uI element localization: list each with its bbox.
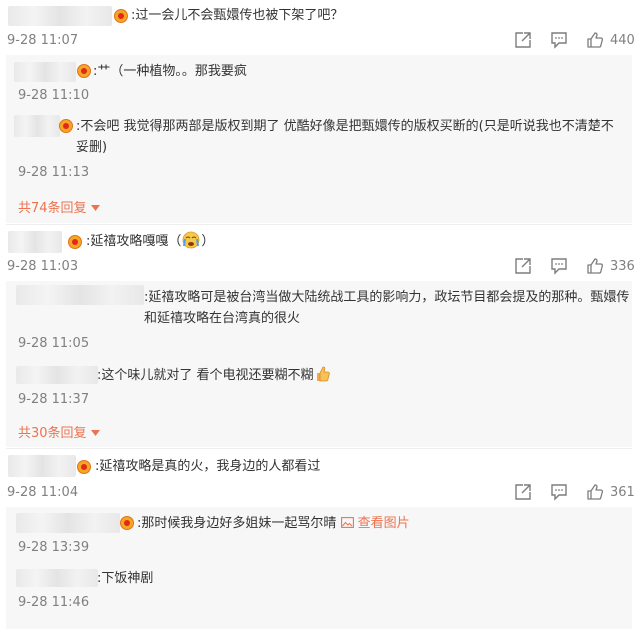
reply-text-content: :那时候我身边好多姐妹一起骂尔晴 xyxy=(137,516,337,531)
comment-time: 9-28 11:03 xyxy=(7,259,79,274)
username-redacted[interactable] xyxy=(8,455,76,477)
like-count: 361 xyxy=(610,485,635,500)
reply-time: 9-28 11:46 xyxy=(18,595,90,610)
member-badge-icon xyxy=(77,64,91,78)
like-icon[interactable] xyxy=(586,483,604,501)
reply-text: :那时候我身边好多姐妹一起骂尔晴 查看图片 xyxy=(137,513,410,534)
comment-icon[interactable] xyxy=(550,257,568,275)
reply-text: :下饭神剧 xyxy=(97,571,154,586)
comment-text: :延禧攻略是真的火，我身边的人都看过 xyxy=(95,459,321,474)
like-icon[interactable] xyxy=(586,257,604,275)
triangle-down-icon xyxy=(90,430,100,436)
member-badge-icon xyxy=(68,235,82,249)
comment-text-end: ） xyxy=(201,234,215,249)
divider xyxy=(6,224,632,225)
reply-time: 9-28 11:37 xyxy=(18,392,90,407)
reply-list: :艹（一种植物。。那我要疯 9-28 11:10 :不会吧 我觉得那两部是版权到… xyxy=(6,55,632,223)
comment-time: 9-28 11:07 xyxy=(7,33,79,48)
like-count: 440 xyxy=(610,33,635,48)
more-replies-label: 共30条回复 xyxy=(18,426,87,441)
reply-text: :不会吧 我觉得那两部是版权到期了 优酷好像是把甄嬛传的版权买断的(只是听说我也… xyxy=(76,116,626,158)
reply-time: 9-28 11:05 xyxy=(18,336,90,351)
member-badge-icon xyxy=(114,9,128,23)
triangle-down-icon xyxy=(90,205,100,211)
username-redacted[interactable] xyxy=(14,115,60,137)
comment-text: :延禧攻略嘎嘎（ ） xyxy=(86,231,214,252)
username-redacted[interactable] xyxy=(16,366,98,384)
username-redacted[interactable] xyxy=(8,6,112,26)
member-badge-icon xyxy=(77,460,91,474)
username-redacted[interactable] xyxy=(16,569,98,587)
view-image-link[interactable]: 查看图片 xyxy=(340,516,410,531)
comment-icon[interactable] xyxy=(550,483,568,501)
member-badge-icon xyxy=(59,119,73,133)
more-replies-link[interactable]: 共74条回复 xyxy=(18,197,100,216)
thumbs-up-emoji-icon xyxy=(316,366,330,382)
reply-list: :延禧攻略可是被台湾当做大陆统战工具的影响力，政坛节目都会提及的那种。甄嬛传和延… xyxy=(6,281,632,447)
reply-list: :那时候我身边好多姐妹一起骂尔晴 查看图片 9-28 13:39 :下饭神剧 9… xyxy=(6,507,632,629)
share-icon[interactable] xyxy=(514,483,532,501)
more-replies-link[interactable]: 共30条回复 xyxy=(18,422,100,441)
reply-time: 9-28 11:13 xyxy=(18,165,90,180)
like-count: 336 xyxy=(610,259,635,274)
share-icon[interactable] xyxy=(514,257,532,275)
comment-icon[interactable] xyxy=(550,31,568,49)
more-replies-label: 共74条回复 xyxy=(18,201,87,216)
like-icon[interactable] xyxy=(586,31,604,49)
comment-text: :过一会儿不会甄嬛传也被下架了吧？ xyxy=(131,8,344,23)
reply-text-content: :延禧攻略可是被台湾当做大陆统战工具的影响力，政坛节目都会提及的那种。甄嬛传和延… xyxy=(144,290,630,326)
username-redacted[interactable] xyxy=(8,231,62,253)
share-icon[interactable] xyxy=(514,31,532,49)
image-icon xyxy=(340,517,354,528)
reply-text: :延禧攻略可是被台湾当做大陆统战工具的影响力，政坛节目都会提及的那种。甄嬛传和延… xyxy=(144,287,630,329)
member-badge-icon xyxy=(120,516,134,530)
username-redacted[interactable] xyxy=(16,285,144,305)
comment-time: 9-28 11:04 xyxy=(7,485,79,500)
reply-text: :艹（一种植物。。那我要疯 xyxy=(93,64,247,79)
reply-text: :这个味儿就对了 看个电视还要糊不糊 xyxy=(97,365,332,386)
comment-text-content: :延禧攻略嘎嘎（ xyxy=(86,234,182,249)
crying-emoji-icon xyxy=(182,231,200,249)
reply-time: 9-28 11:10 xyxy=(18,88,90,103)
reply-time: 9-28 13:39 xyxy=(18,540,90,555)
divider xyxy=(6,448,632,449)
username-redacted[interactable] xyxy=(14,62,76,82)
username-redacted[interactable] xyxy=(16,513,120,533)
reply-text-content: :不会吧 我觉得那两部是版权到期了 优酷好像是把甄嬛传的版权买断的(只是听说我也… xyxy=(76,119,614,155)
view-image-label: 查看图片 xyxy=(357,516,410,531)
reply-text-content: :这个味儿就对了 看个电视还要糊不糊 xyxy=(97,368,314,383)
